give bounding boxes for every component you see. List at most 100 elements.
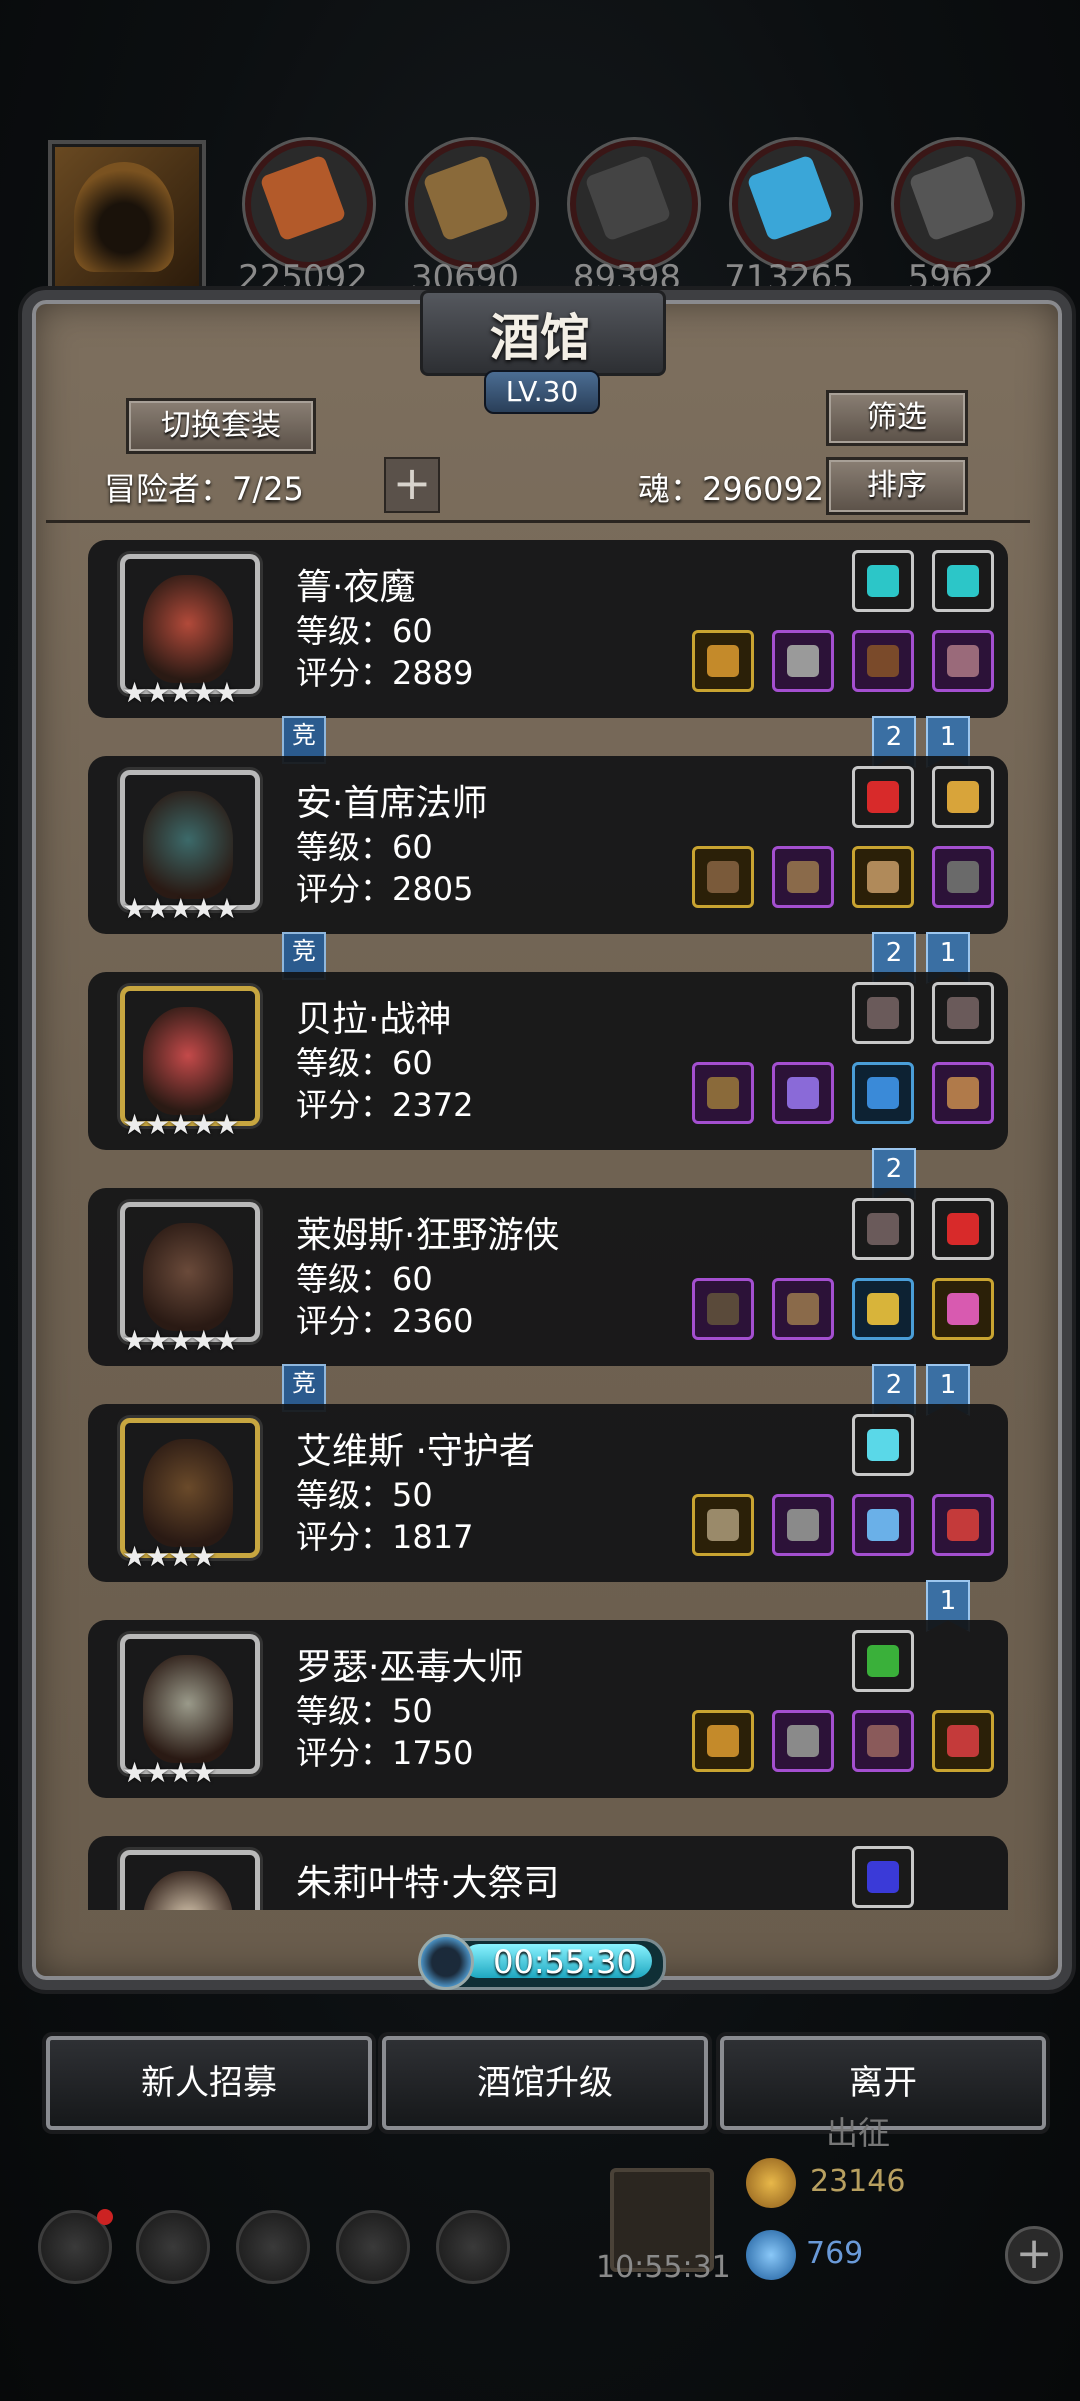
resource-orb-5[interactable]: [894, 140, 1022, 268]
equipment-slot-icon[interactable]: [772, 846, 834, 908]
equipment-slot-icon[interactable]: [772, 630, 834, 692]
hero-card[interactable]: ★★★★ 艾维斯 ·守护者 等级：50 评分：1817: [88, 1404, 1008, 1582]
equipment-item-icon: [707, 1077, 739, 1109]
equipment-item-icon: [787, 1509, 819, 1541]
gem-icon: [947, 781, 979, 813]
castle-menu-icon[interactable]: [236, 2210, 310, 2284]
recruit-button[interactable]: 新人招募: [46, 2036, 372, 2130]
hero-portrait-icon: [143, 791, 233, 899]
equipment-item-icon: [867, 1293, 899, 1325]
rune-slot-icon[interactable]: [852, 1414, 914, 1476]
rune-slot-icon[interactable]: [852, 1198, 914, 1260]
hero-level: 等级：60: [296, 612, 433, 650]
rune-slot-icon[interactable]: [932, 982, 994, 1044]
equipment-item-icon: [867, 861, 899, 893]
hero-avatar[interactable]: [120, 554, 260, 694]
rune-slot-icon[interactable]: [852, 1846, 914, 1908]
equipment-slot-icon[interactable]: [772, 1494, 834, 1556]
equipment-slot-icon[interactable]: [852, 630, 914, 692]
add-slot-button[interactable]: +: [384, 457, 440, 513]
hero-avatar[interactable]: [120, 770, 260, 910]
filter-button[interactable]: 筛选: [826, 390, 968, 446]
equipment-item-icon: [787, 1077, 819, 1109]
hero-score: 评分：2889: [296, 654, 474, 692]
equipment-item-icon: [947, 1293, 979, 1325]
stone-icon: [584, 154, 672, 242]
refresh-timer: 00:55:30: [493, 1943, 637, 1981]
equipment-item-icon: [947, 1509, 979, 1541]
gem-icon: [867, 1213, 899, 1245]
rune-slot-icon[interactable]: [932, 766, 994, 828]
adventurer-count: 冒险者：7/25: [104, 470, 304, 508]
gem-icon: [947, 997, 979, 1029]
add-currency-button[interactable]: +: [1005, 2226, 1063, 2284]
hero-card[interactable]: ★★★★ 罗瑟·巫毒大师 等级：50 评分：1750: [88, 1620, 1008, 1798]
gem-icon: [867, 997, 899, 1029]
resource-orb-2[interactable]: [408, 140, 536, 268]
hero-name: 箐·夜魔: [296, 567, 416, 608]
equipment-slot-icon[interactable]: [692, 1278, 754, 1340]
switch-set-button[interactable]: 切换套装: [126, 398, 316, 454]
equipment-item-icon: [867, 1509, 899, 1541]
settings-icon[interactable]: [38, 2209, 113, 2284]
guild-menu-icon[interactable]: [436, 2210, 510, 2284]
hero-avatar[interactable]: [120, 1418, 260, 1558]
resource-orb-1[interactable]: [245, 140, 373, 268]
equipment-slot-icon[interactable]: [932, 1494, 994, 1556]
equipment-slot-icon[interactable]: [932, 1278, 994, 1340]
hero-card[interactable]: 朱莉叶特·大祭司: [88, 1836, 1008, 1910]
equipment-slot-icon[interactable]: [932, 846, 994, 908]
equipment-slot-icon[interactable]: [692, 1710, 754, 1772]
hero-portrait-icon: [143, 575, 233, 683]
hero-card[interactable]: ★★★★★ 安·首席法师 等级：60 评分：2805: [88, 756, 1008, 934]
hero-card[interactable]: ★★★★★ 箐·夜魔 等级：60 评分：2889: [88, 540, 1008, 718]
rune-slot-icon[interactable]: [932, 550, 994, 612]
hero-level: 等级：50: [296, 1476, 433, 1514]
hero-card[interactable]: ★★★★★ 贝拉·战神 等级：60 评分：2372: [88, 972, 1008, 1150]
rune-slot-icon[interactable]: [852, 982, 914, 1044]
hero-stars: ★★★★★: [122, 1108, 240, 1141]
equipment-slot-icon[interactable]: [852, 1062, 914, 1124]
equipment-slot-icon[interactable]: [932, 1062, 994, 1124]
player-portrait[interactable]: [48, 140, 206, 296]
resource-orb-3[interactable]: [570, 140, 698, 268]
equipment-slot-icon[interactable]: [772, 1062, 834, 1124]
star-menu-icon[interactable]: [136, 2210, 210, 2284]
hero-score: 评分：1817: [296, 1518, 474, 1556]
equipment-slot-icon[interactable]: [932, 1710, 994, 1772]
equipment-slot-icon[interactable]: [772, 1278, 834, 1340]
gem-icon: [867, 781, 899, 813]
equipment-slot-icon[interactable]: [692, 630, 754, 692]
mail-menu-icon[interactable]: [336, 2210, 410, 2284]
soul-count: 魂：296092: [638, 470, 825, 508]
resource-orb-4[interactable]: [732, 140, 860, 268]
equipment-slot-icon[interactable]: [852, 1710, 914, 1772]
hero-avatar[interactable]: [120, 986, 260, 1126]
equipment-slot-icon[interactable]: [932, 630, 994, 692]
gift-timer: 10:55:31: [596, 2250, 731, 2285]
hero-card[interactable]: ★★★★★ 莱姆斯·狂野游侠 等级：60 评分：2360: [88, 1188, 1008, 1366]
equipment-slot-icon[interactable]: [692, 1494, 754, 1556]
equipment-item-icon: [787, 1293, 819, 1325]
equipment-item-icon: [787, 861, 819, 893]
equipment-slot-icon[interactable]: [772, 1710, 834, 1772]
hero-portrait-icon: [143, 1223, 233, 1331]
rune-slot-icon[interactable]: [852, 766, 914, 828]
rune-slot-icon[interactable]: [932, 1198, 994, 1260]
hero-name: 朱莉叶特·大祭司: [296, 1863, 560, 1904]
equipment-slot-icon[interactable]: [852, 1278, 914, 1340]
hero-list[interactable]: ★★★★★ 箐·夜魔 等级：60 评分：2889 2 1 竞 ★★★★★ 安·首席法师 等级：60…: [60, 530, 1020, 1910]
rune-slot-icon[interactable]: [852, 1630, 914, 1692]
equipment-slot-icon[interactable]: [852, 846, 914, 908]
gold-amount: 23146: [810, 2164, 906, 2199]
hero-avatar[interactable]: [120, 1850, 260, 1910]
gem-icon: [947, 565, 979, 597]
hero-avatar[interactable]: [120, 1634, 260, 1774]
equipment-slot-icon[interactable]: [692, 846, 754, 908]
equipment-slot-icon[interactable]: [852, 1494, 914, 1556]
equipment-slot-icon[interactable]: [692, 1062, 754, 1124]
hero-avatar[interactable]: [120, 1202, 260, 1342]
rune-slot-icon[interactable]: [852, 550, 914, 612]
upgrade-tavern-button[interactable]: 酒馆升级: [382, 2036, 708, 2130]
sort-button[interactable]: 排序: [826, 457, 968, 515]
